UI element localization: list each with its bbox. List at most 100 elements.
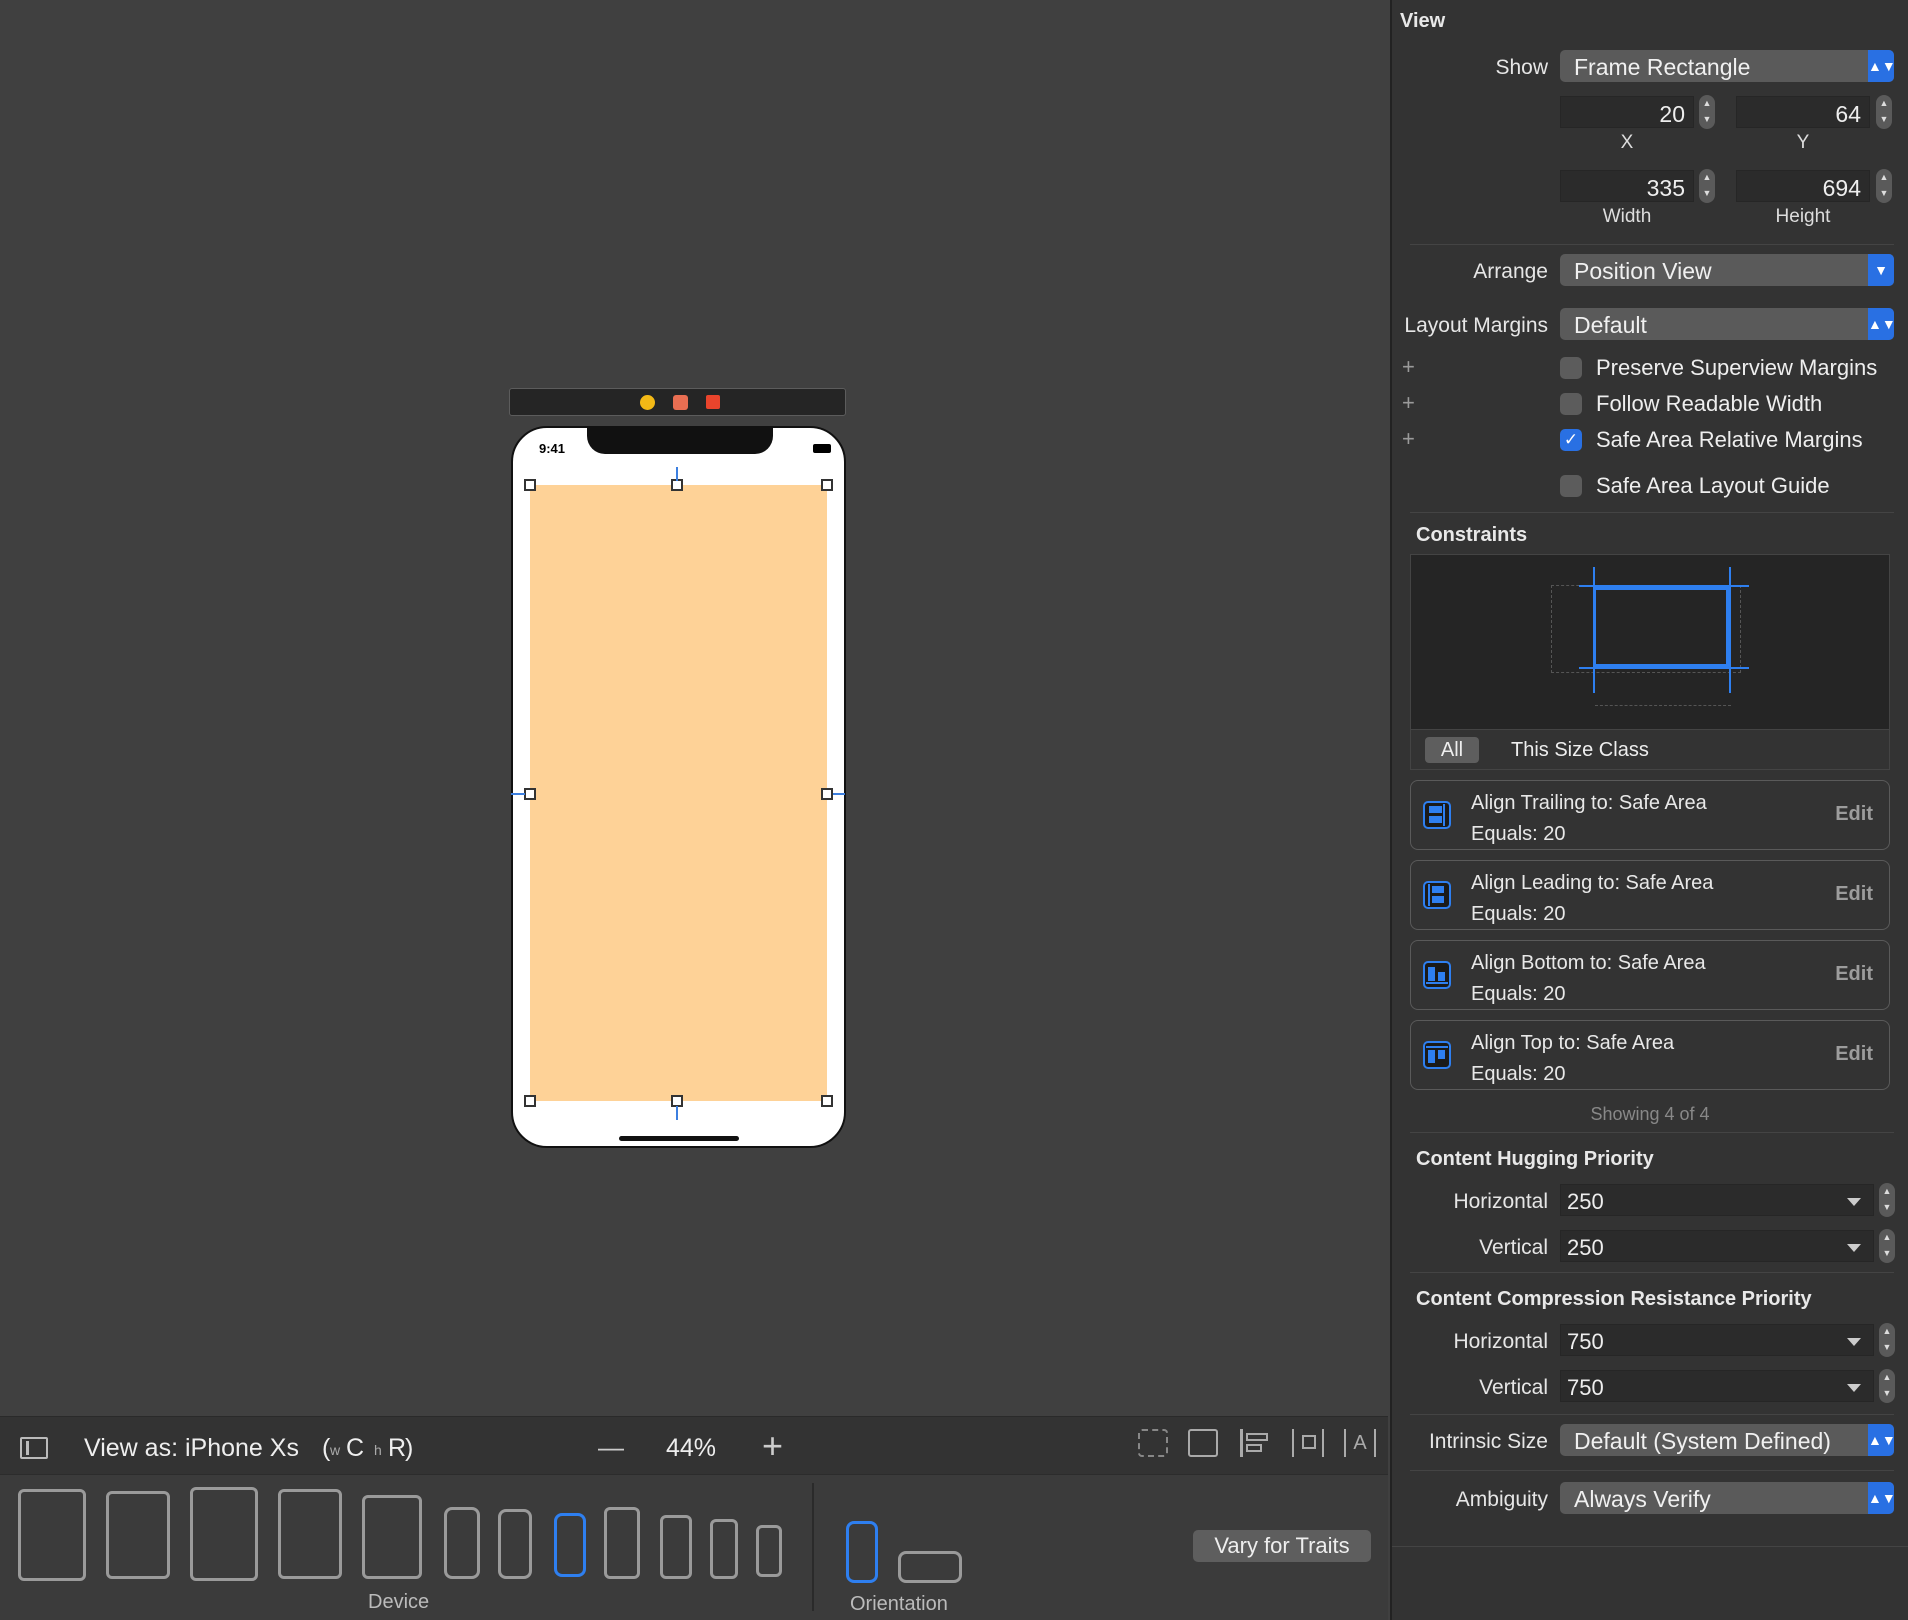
- resolve-issues-icon[interactable]: A: [1344, 1429, 1376, 1457]
- trailing-constraint-line[interactable]: [833, 793, 845, 795]
- device-ipad-pro-12-9[interactable]: [18, 1489, 86, 1581]
- hugging-vertical-combo[interactable]: 250: [1560, 1230, 1874, 1262]
- zoom-out-button[interactable]: —: [598, 1432, 624, 1463]
- constraint-card-bottom[interactable]: Align Bottom to: Safe Area Equals: 20 Ed…: [1410, 940, 1890, 1010]
- device-ipad-pro-11[interactable]: [106, 1491, 170, 1579]
- follow-readable-width-label: Follow Readable Width: [1596, 391, 1823, 416]
- device-iphone-se[interactable]: [756, 1525, 782, 1577]
- notch: [587, 426, 773, 454]
- device-iphone-xs-max[interactable]: [444, 1507, 480, 1579]
- device-ipad-pro-12-9-home[interactable]: [190, 1487, 258, 1581]
- top-constraint-line[interactable]: [676, 467, 678, 481]
- toggle-sidebar-icon[interactable]: [20, 1437, 48, 1459]
- compression-vertical-stepper[interactable]: ▲ ▼: [1879, 1369, 1895, 1403]
- preserve-superview-margins-checkbox[interactable]: [1560, 357, 1582, 379]
- align-icon[interactable]: [1240, 1429, 1270, 1457]
- resize-handle[interactable]: [821, 479, 833, 491]
- leading-constraint-line[interactable]: [511, 793, 525, 795]
- separator: [1410, 1272, 1894, 1273]
- edit-button[interactable]: Edit: [1835, 1043, 1873, 1066]
- device-ipad-mini[interactable]: [362, 1495, 422, 1579]
- constraints-section-title: Constraints: [1416, 524, 1528, 546]
- embed-in-stack-icon[interactable]: [1188, 1429, 1218, 1457]
- device-ipad-pro-10-5[interactable]: [278, 1489, 342, 1579]
- diagram-vline: [1593, 567, 1595, 693]
- width-stepper[interactable]: ▲ ▼: [1699, 169, 1715, 203]
- size-w-prefix: w: [330, 1442, 341, 1458]
- add-variation-icon[interactable]: +: [1402, 354, 1415, 380]
- safe-area-relative-margins-checkbox[interactable]: ✓: [1560, 429, 1582, 451]
- intrinsic-size-popup[interactable]: Default (System Defined) ▲▼: [1560, 1424, 1896, 1456]
- safe-area-layout-guide-checkbox[interactable]: [1560, 475, 1582, 497]
- view-as-bar: View as: iPhone Xs ( w C h R ) — 44% + A: [0, 1416, 1388, 1474]
- constraint-card-top[interactable]: Align Top to: Safe Area Equals: 20 Edit: [1410, 1020, 1890, 1090]
- device-iphone-8-plus[interactable]: [604, 1507, 640, 1579]
- follow-readable-width-checkbox[interactable]: [1560, 393, 1582, 415]
- resize-handle[interactable]: [524, 1095, 536, 1107]
- arrange-popup[interactable]: Position View ▼: [1560, 254, 1894, 286]
- edit-button[interactable]: Edit: [1835, 883, 1873, 906]
- add-variation-icon[interactable]: +: [1402, 390, 1415, 416]
- add-variation-icon[interactable]: +: [1402, 426, 1415, 452]
- scene-dock[interactable]: [509, 388, 846, 416]
- exit-icon[interactable]: [706, 395, 720, 409]
- separator: [1410, 244, 1894, 245]
- zoom-level: 44%: [666, 1434, 717, 1462]
- device-configuration-bar: Device Orientation Vary for Traits: [0, 1474, 1388, 1620]
- constraint-line2: Equals: 20: [1471, 903, 1566, 925]
- x-stepper[interactable]: ▲ ▼: [1699, 95, 1715, 129]
- device-iphone-xs[interactable]: [554, 1513, 586, 1577]
- constraint-card-trailing[interactable]: Align Trailing to: Safe Area Equals: 20 …: [1410, 780, 1890, 850]
- resize-handle[interactable]: [821, 1095, 833, 1107]
- ambiguity-popup[interactable]: Always Verify ▲▼: [1560, 1482, 1896, 1514]
- orientation-landscape[interactable]: [898, 1551, 962, 1583]
- compression-vertical-label: Vertical: [1479, 1376, 1548, 1399]
- arrange-value: Position View: [1574, 258, 1712, 284]
- view-as-label[interactable]: View as: iPhone Xs: [84, 1434, 299, 1463]
- first-responder-icon[interactable]: [673, 395, 688, 410]
- x-field[interactable]: 20: [1560, 96, 1694, 128]
- compression-horizontal-label: Horizontal: [1453, 1330, 1548, 1353]
- compression-section-title: Content Compression Resistance Priority: [1416, 1288, 1812, 1310]
- show-popup[interactable]: Frame Rectangle ▲▼: [1560, 50, 1896, 82]
- device-iphone-4-inch[interactable]: [710, 1519, 738, 1579]
- hugging-horizontal-combo[interactable]: 250: [1560, 1184, 1874, 1216]
- edit-button[interactable]: Edit: [1835, 803, 1873, 826]
- compression-horizontal-stepper[interactable]: ▲ ▼: [1879, 1323, 1895, 1357]
- y-field[interactable]: 64: [1736, 96, 1870, 128]
- bottom-constraint-line[interactable]: [676, 1106, 678, 1120]
- hugging-horizontal-stepper[interactable]: ▲ ▼: [1879, 1183, 1895, 1217]
- compression-horizontal-combo[interactable]: 750: [1560, 1324, 1874, 1356]
- y-stepper[interactable]: ▲ ▼: [1876, 95, 1892, 129]
- seg-all[interactable]: All: [1425, 737, 1479, 763]
- diagram-dotted-bottom: [1595, 705, 1731, 706]
- constraints-diagram[interactable]: [1410, 554, 1890, 730]
- constraint-line1: Align Top to: Safe Area: [1471, 1032, 1675, 1054]
- width-field[interactable]: 335: [1560, 170, 1694, 202]
- intrinsic-size-label: Intrinsic Size: [1428, 1430, 1548, 1453]
- constraint-card-leading[interactable]: Align Leading to: Safe Area Equals: 20 E…: [1410, 860, 1890, 930]
- selected-view[interactable]: [530, 485, 827, 1101]
- layout-margins-value: Default: [1574, 312, 1647, 338]
- height-field[interactable]: 694: [1736, 170, 1870, 202]
- orientation-portrait[interactable]: [846, 1521, 878, 1583]
- resize-handle[interactable]: [821, 788, 833, 800]
- edit-button[interactable]: Edit: [1835, 963, 1873, 986]
- layout-margins-popup[interactable]: Default ▲▼: [1560, 308, 1896, 340]
- device-iphone-xr[interactable]: [498, 1509, 532, 1579]
- device-iphone-8[interactable]: [660, 1515, 692, 1579]
- compression-vertical-combo[interactable]: 750: [1560, 1370, 1874, 1402]
- vary-for-traits-button[interactable]: Vary for Traits: [1193, 1530, 1371, 1562]
- hugging-vertical-stepper[interactable]: ▲ ▼: [1879, 1229, 1895, 1263]
- resize-handle[interactable]: [524, 479, 536, 491]
- separator: [1410, 1132, 1894, 1133]
- seg-this-size-class[interactable]: This Size Class: [1511, 739, 1649, 762]
- height-stepper[interactable]: ▲ ▼: [1876, 169, 1892, 203]
- storyboard-canvas[interactable]: 9:41: [0, 0, 1388, 1416]
- add-constraints-icon[interactable]: [1292, 1429, 1324, 1457]
- compression-vertical-value: 750: [1567, 1375, 1604, 1400]
- update-frames-icon[interactable]: [1138, 1429, 1168, 1457]
- view-controller-icon[interactable]: [640, 395, 655, 410]
- zoom-in-button[interactable]: +: [762, 1425, 783, 1467]
- resize-handle[interactable]: [524, 788, 536, 800]
